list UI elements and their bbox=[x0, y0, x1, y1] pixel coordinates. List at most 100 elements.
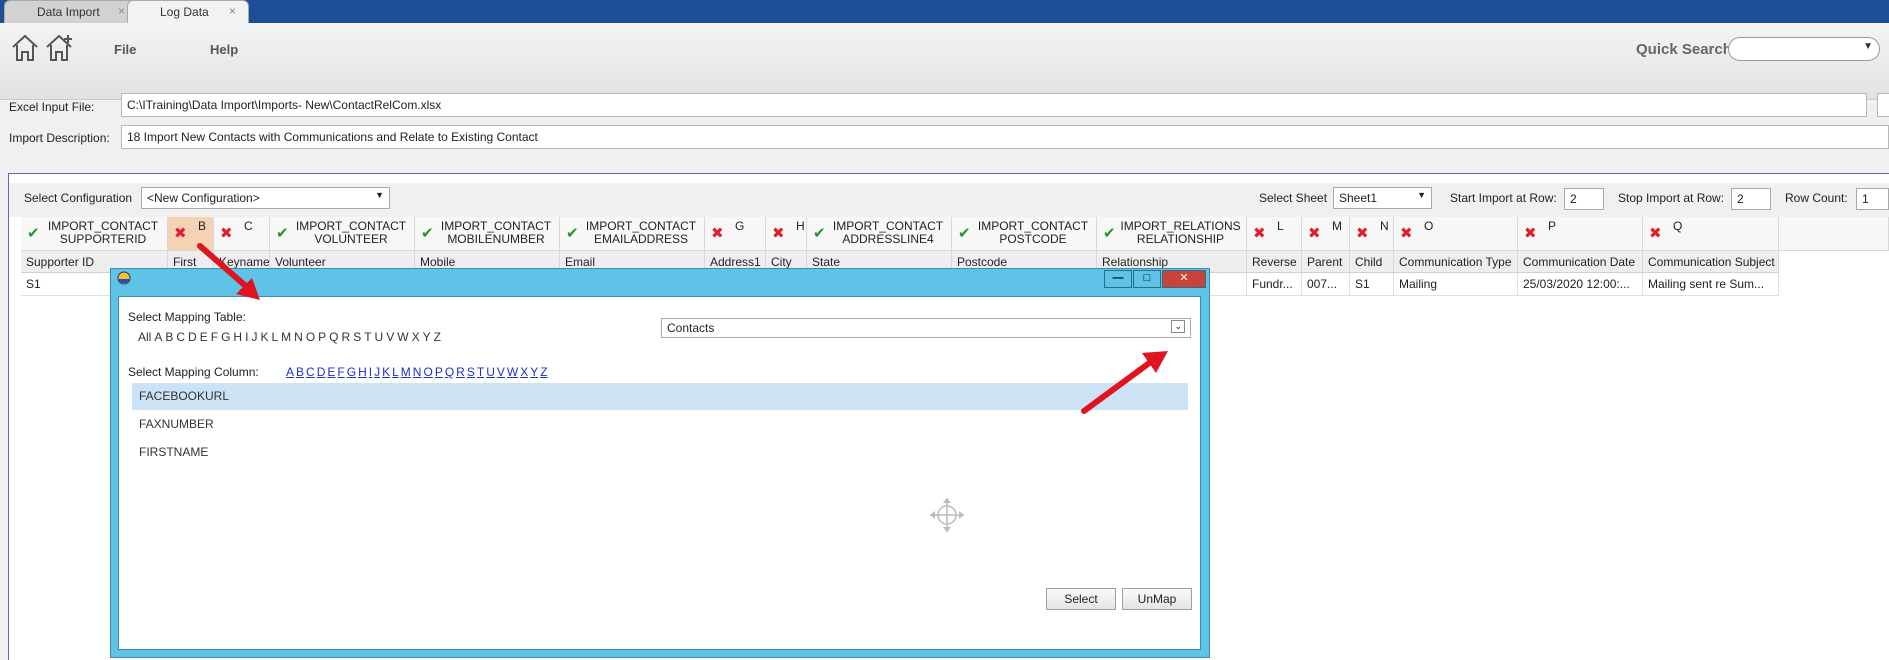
table-letter-i[interactable]: I bbox=[245, 330, 248, 344]
column-letter-z[interactable]: Z bbox=[540, 365, 547, 379]
table-letter-l[interactable]: L bbox=[271, 330, 278, 344]
column-header[interactable]: ✔ IMPORT_CONTACT EMAILADDRESS bbox=[560, 217, 705, 251]
column-header[interactable]: ✖ P bbox=[1518, 217, 1643, 251]
column-header[interactable]: ✖ G bbox=[705, 217, 766, 251]
table-letter-c[interactable]: C bbox=[176, 330, 185, 344]
mapping-table-select[interactable]: Contacts ⌄ bbox=[661, 318, 1191, 338]
browse-button[interactable] bbox=[1877, 93, 1889, 117]
column-letter-u[interactable]: U bbox=[486, 365, 495, 379]
maximize-button[interactable]: □ bbox=[1133, 270, 1161, 288]
column-header[interactable]: ✖ H bbox=[766, 217, 807, 251]
column-header[interactable]: ✖ M bbox=[1302, 217, 1350, 251]
list-item[interactable]: FAXNUMBER bbox=[132, 411, 1188, 438]
tab-log-data[interactable]: Log Data × bbox=[127, 0, 249, 23]
table-letter-p[interactable]: P bbox=[318, 330, 326, 344]
configuration-select[interactable]: <New Configuration> ▼ bbox=[141, 187, 390, 209]
table-letter-j[interactable]: J bbox=[251, 330, 257, 344]
table-letter-u[interactable]: U bbox=[375, 330, 384, 344]
table-cell[interactable]: S1 bbox=[1350, 273, 1394, 296]
column-letter-q[interactable]: Q bbox=[445, 365, 454, 379]
table-letter-e[interactable]: E bbox=[200, 330, 208, 344]
column-letter-n[interactable]: N bbox=[413, 365, 422, 379]
close-button[interactable]: ✕ bbox=[1162, 270, 1206, 288]
table-letter-z[interactable]: Z bbox=[434, 330, 441, 344]
column-header[interactable]: ✖ N bbox=[1350, 217, 1394, 251]
table-letter-b[interactable]: B bbox=[165, 330, 173, 344]
column-letter-o[interactable]: O bbox=[423, 365, 432, 379]
column-letter-y[interactable]: Y bbox=[530, 365, 538, 379]
column-letter-p[interactable]: P bbox=[435, 365, 443, 379]
column-letter-h[interactable]: H bbox=[358, 365, 367, 379]
column-header[interactable]: ✖ L bbox=[1247, 217, 1302, 251]
table-letter-r[interactable]: R bbox=[342, 330, 351, 344]
column-letter-m[interactable]: M bbox=[401, 365, 411, 379]
column-header[interactable]: ✔ IMPORT_CONTACT MOBILENUMBER bbox=[415, 217, 560, 251]
column-letter-t[interactable]: T bbox=[477, 365, 484, 379]
table-letter-m[interactable]: M bbox=[281, 330, 291, 344]
table-letter-a[interactable]: A bbox=[154, 330, 162, 344]
table-letter-h[interactable]: H bbox=[233, 330, 242, 344]
table-letter-o[interactable]: O bbox=[306, 330, 315, 344]
column-header[interactable]: ✔ IMPORT_RELATIONS RELATIONSHIP bbox=[1097, 217, 1247, 251]
table-letter-n[interactable]: N bbox=[294, 330, 303, 344]
column-letter-g[interactable]: G bbox=[347, 365, 356, 379]
table-letter-y[interactable]: Y bbox=[423, 330, 431, 344]
column-header[interactable]: ✔ IMPORT_CONTACT POSTCODE bbox=[952, 217, 1097, 251]
table-letter-v[interactable]: V bbox=[386, 330, 394, 344]
table-cell[interactable]: 007... bbox=[1302, 273, 1350, 296]
table-cell[interactable]: Mailing bbox=[1394, 273, 1518, 296]
chevron-down-icon[interactable]: ⌄ bbox=[1171, 320, 1185, 333]
column-letter-v[interactable]: V bbox=[497, 365, 505, 379]
menu-help[interactable]: Help bbox=[210, 42, 238, 57]
column-letter-r[interactable]: R bbox=[456, 365, 465, 379]
close-icon[interactable]: × bbox=[118, 4, 125, 18]
tab-data-import[interactable]: Data Import × bbox=[4, 0, 138, 23]
column-letter-e[interactable]: E bbox=[327, 365, 335, 379]
table-letter-all[interactable]: All bbox=[138, 330, 151, 344]
home-icon[interactable] bbox=[10, 33, 40, 63]
unmap-button[interactable]: UnMap bbox=[1122, 588, 1192, 610]
column-header[interactable]: ✔ IMPORT_CONTACT SUPPORTERID bbox=[21, 217, 168, 251]
table-cell[interactable]: 25/03/2020 12:00:... bbox=[1518, 273, 1643, 296]
column-letter-i[interactable]: I bbox=[369, 365, 372, 379]
column-header[interactable]: ✖ Q bbox=[1643, 217, 1779, 251]
import-description-field[interactable]: 18 Import New Contacts with Communicatio… bbox=[121, 125, 1889, 149]
stop-row-input[interactable]: 2 bbox=[1731, 188, 1771, 210]
column-letter-x[interactable]: X bbox=[520, 365, 528, 379]
table-letter-q[interactable]: Q bbox=[329, 330, 338, 344]
column-letter-j[interactable]: J bbox=[374, 365, 380, 379]
start-row-input[interactable]: 2 bbox=[1564, 188, 1604, 210]
table-letter-w[interactable]: W bbox=[397, 330, 408, 344]
column-letter-a[interactable]: A bbox=[286, 365, 294, 379]
chevron-down-icon[interactable]: ▼ bbox=[1863, 41, 1873, 52]
table-cell[interactable]: Mailing sent re Sum... bbox=[1643, 273, 1779, 296]
list-item[interactable]: FIRSTNAME bbox=[132, 439, 1188, 466]
minimize-button[interactable]: — bbox=[1104, 270, 1132, 288]
column-letter-f[interactable]: F bbox=[337, 365, 344, 379]
column-header[interactable]: ✔ IMPORT_CONTACT ADDRESSLINE4 bbox=[807, 217, 952, 251]
column-header[interactable]: ✖ O bbox=[1394, 217, 1518, 251]
table-cell[interactable]: Fundr... bbox=[1247, 273, 1302, 296]
table-letter-g[interactable]: G bbox=[221, 330, 230, 344]
add-home-icon[interactable] bbox=[44, 33, 74, 63]
column-letter-k[interactable]: K bbox=[382, 365, 390, 379]
column-letter-s[interactable]: S bbox=[467, 365, 475, 379]
table-letter-d[interactable]: D bbox=[188, 330, 197, 344]
table-letter-k[interactable]: K bbox=[260, 330, 268, 344]
select-button[interactable]: Select bbox=[1046, 588, 1116, 610]
excel-input-field[interactable]: C:\ITraining\Data Import\Imports- New\Co… bbox=[121, 93, 1867, 117]
column-header[interactable]: ✔ IMPORT_CONTACT VOLUNTEER bbox=[270, 217, 415, 251]
quick-search-input[interactable]: ▼ bbox=[1728, 37, 1880, 61]
column-letter-w[interactable]: W bbox=[507, 365, 518, 379]
table-letter-f[interactable]: F bbox=[211, 330, 218, 344]
column-letter-d[interactable]: D bbox=[317, 365, 326, 379]
table-letter-t[interactable]: T bbox=[364, 330, 371, 344]
column-letter-c[interactable]: C bbox=[306, 365, 315, 379]
dialog-title-bar[interactable]: — □ ✕ bbox=[110, 268, 1210, 288]
close-icon[interactable]: × bbox=[229, 4, 236, 18]
column-letter-b[interactable]: B bbox=[296, 365, 304, 379]
menu-file[interactable]: File bbox=[114, 42, 136, 57]
list-item[interactable]: FACEBOOKURL bbox=[132, 383, 1188, 410]
sheet-select[interactable]: Sheet1 ▼ bbox=[1333, 187, 1432, 209]
table-letter-x[interactable]: X bbox=[412, 330, 420, 344]
